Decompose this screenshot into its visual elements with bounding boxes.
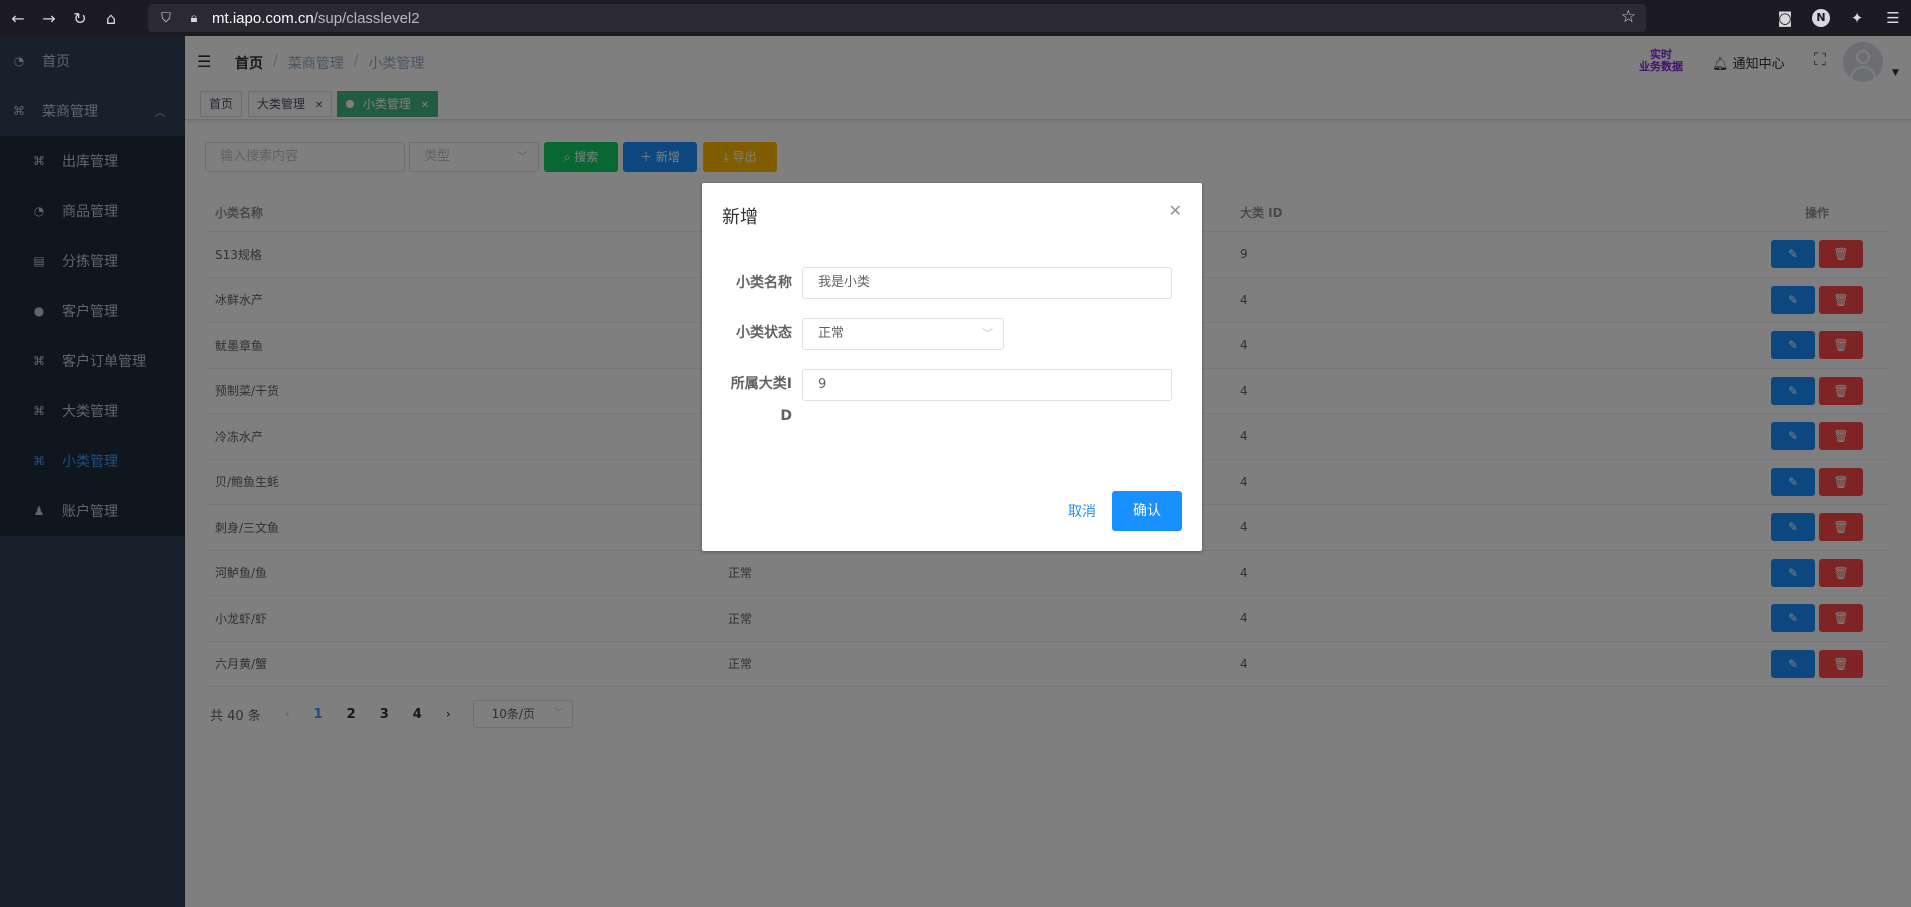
category-id-label: 所属大类I D bbox=[722, 374, 792, 426]
menu-icon[interactable]: ☰ bbox=[1875, 9, 1911, 27]
browser-toolbar: ← → ↻ ⌂ ⛉ 🔒︎ mt.iapo.com.cn/sup/classlev… bbox=[0, 0, 1911, 36]
pocket-icon[interactable]: ◙ bbox=[1767, 9, 1803, 27]
url-text: mt.iapo.com.cn/sup/classlevel2 bbox=[212, 9, 420, 27]
shield-icon: ⛉ bbox=[161, 10, 171, 26]
cancel-button[interactable]: 取消 bbox=[1068, 501, 1096, 521]
home-icon[interactable]: ⌂ bbox=[98, 5, 124, 31]
forward-icon[interactable]: → bbox=[36, 5, 62, 31]
chevron-down-icon: ﹀ bbox=[982, 327, 993, 340]
confirm-button[interactable]: 确认 bbox=[1112, 491, 1182, 531]
url-bar[interactable]: ⛉ 🔒︎ mt.iapo.com.cn/sup/classlevel2 ☆ bbox=[148, 4, 1646, 32]
name-input[interactable]: 我是小类 bbox=[802, 267, 1172, 299]
reload-icon[interactable]: ↻ bbox=[67, 5, 93, 31]
extensions-icon[interactable]: ✦ bbox=[1839, 9, 1875, 27]
lock-icon: 🔒︎ bbox=[190, 10, 198, 26]
category-id-label-line1: 所属大类I bbox=[730, 376, 792, 392]
name-label: 小类名称 bbox=[736, 275, 792, 291]
status-select-value: 正常 bbox=[818, 326, 845, 341]
status-label: 小类状态 bbox=[736, 325, 792, 341]
add-subcategory-dialog: 新增 ✕ 小类名称 我是小类 小类状态 正常 ﹀ 所属大类I D 9 取消 确认 bbox=[702, 183, 1202, 551]
bookmark-star-icon[interactable]: ☆ bbox=[1621, 7, 1636, 27]
status-select[interactable]: 正常 ﹀ bbox=[802, 318, 1004, 350]
back-icon[interactable]: ← bbox=[5, 5, 31, 31]
category-id-label-line2: D bbox=[780, 408, 792, 424]
account-avatar-icon[interactable]: N bbox=[1812, 9, 1830, 27]
dialog-title: 新增 bbox=[722, 207, 758, 228]
category-id-input[interactable]: 9 bbox=[802, 369, 1172, 401]
close-icon[interactable]: ✕ bbox=[1169, 201, 1182, 220]
